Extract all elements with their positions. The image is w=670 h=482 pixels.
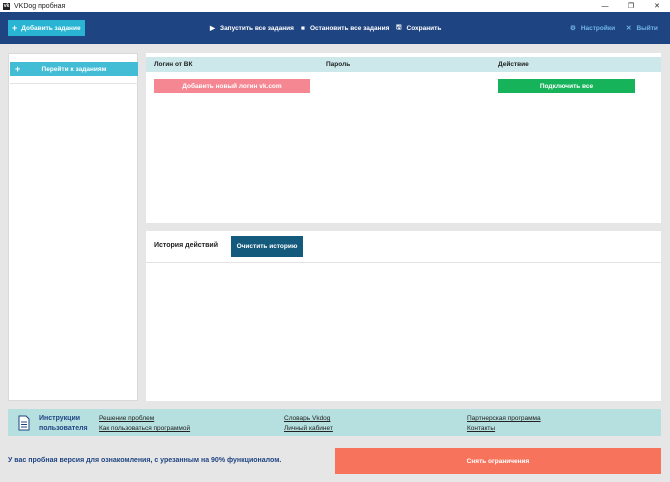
main-toolbar: + Добавить задание ▶ Запустить все задан… — [0, 12, 670, 44]
column-header-login: Логин от ВК — [154, 61, 193, 68]
add-task-label: Добавить задание — [21, 24, 81, 32]
start-all-button[interactable]: ▶ Запустить все задания — [210, 23, 294, 33]
remove-limits-button[interactable]: Снять ограничения — [335, 448, 661, 474]
sidebar: + Перейти к заданиям — [8, 53, 138, 401]
clear-history-button[interactable]: Очистить историю — [231, 236, 303, 257]
settings-label: Настройки — [580, 24, 616, 32]
gear-icon: ⚙ — [570, 25, 576, 32]
play-icon: ▶ — [210, 25, 215, 32]
history-divider — [146, 262, 661, 263]
plus-icon: + — [12, 23, 18, 33]
link-troubleshooting[interactable]: Решение проблем — [99, 415, 154, 422]
save-button[interactable]: 🖫 Сохранить — [396, 23, 441, 33]
save-icon: 🖫 — [396, 23, 402, 31]
add-login-button[interactable]: Добавить новый логин vk.com — [154, 79, 310, 93]
logout-button[interactable]: ✕ Выйти — [626, 23, 658, 33]
link-dictionary[interactable]: Словарь Vkdog — [284, 415, 330, 422]
link-how-to-use[interactable]: Как пользоваться программой — [99, 425, 190, 432]
stop-all-label: Остановить все задания — [309, 24, 390, 32]
logins-panel: Логин от ВК Пароль Действие Добавить нов… — [146, 53, 661, 223]
logout-label: Выйти — [636, 24, 658, 32]
history-panel: История действий Очистить историю — [146, 231, 661, 401]
trial-notice: У вас пробная версия для ознакомления, с… — [8, 457, 282, 464]
help-bar: Инструкции пользователя Решение проблем … — [8, 409, 661, 436]
add-task-button[interactable]: + Добавить задание — [8, 20, 85, 36]
link-partner-program[interactable]: Партнерская программа — [467, 415, 541, 422]
window-title: VKDog пробная — [14, 2, 66, 10]
window-controls: — ❐ ✕ — [592, 0, 670, 12]
start-all-label: Запустить все задания — [220, 24, 294, 32]
title-bar: vk VKDog пробная — ❐ ✕ — [0, 0, 670, 12]
document-icon — [18, 415, 30, 431]
restore-button[interactable]: ❐ — [618, 0, 644, 12]
help-title-line1: Инструкции — [39, 415, 81, 422]
help-title-line2: пользователя — [39, 425, 88, 432]
history-title: История действий — [154, 242, 219, 249]
app-logo-icon: vk — [3, 2, 10, 10]
goto-tasks-button[interactable]: + Перейти к заданиям — [10, 62, 138, 76]
stop-icon: ■ — [301, 24, 305, 32]
goto-tasks-label: Перейти к заданиям — [41, 65, 107, 73]
save-label: Сохранить — [406, 24, 442, 32]
close-icon: ✕ — [626, 25, 632, 32]
settings-button[interactable]: ⚙ Настройки — [570, 23, 615, 33]
connect-all-button[interactable]: Подключить все — [498, 79, 635, 93]
link-account[interactable]: Личный кабинет — [284, 425, 333, 432]
sidebar-divider — [10, 83, 138, 84]
column-header-action: Действие — [498, 61, 529, 68]
close-window-button[interactable]: ✕ — [644, 0, 670, 12]
logins-table-header: Логин от ВК Пароль Действие — [146, 57, 661, 72]
minimize-button[interactable]: — — [592, 0, 618, 12]
help-title: Инструкции пользователя — [39, 414, 88, 434]
column-header-password: Пароль — [326, 61, 351, 68]
link-contacts[interactable]: Контакты — [467, 425, 495, 432]
stop-all-button[interactable]: ■ Остановить все задания — [301, 23, 389, 33]
